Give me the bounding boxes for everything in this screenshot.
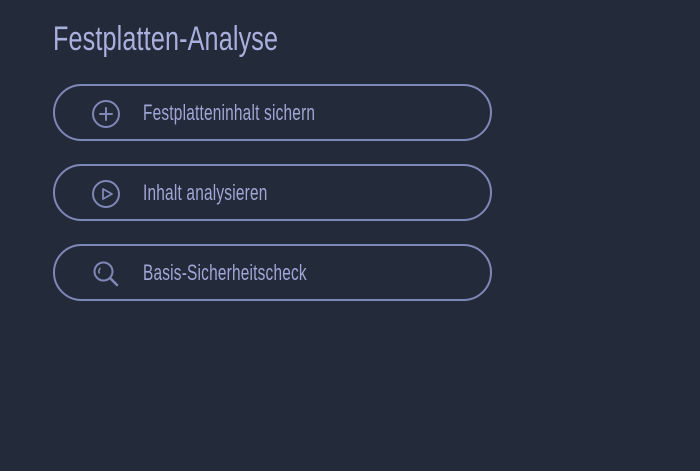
play-circle-icon (91, 179, 121, 209)
basic-security-check-button[interactable]: Basis-Sicherheitscheck (53, 244, 492, 301)
analyze-content-label: Inhalt analysieren (143, 180, 268, 205)
page-title: Festplatten-Analyse (53, 20, 279, 58)
search-icon (91, 259, 121, 289)
backup-disk-content-label: Festplatteninhalt sichern (143, 100, 316, 125)
plus-circle-icon (91, 99, 121, 129)
action-list: Festplatteninhalt sichern Inhalt analysi… (53, 84, 492, 301)
analyze-content-button[interactable]: Inhalt analysieren (53, 164, 492, 221)
basic-security-check-label: Basis-Sicherheitscheck (143, 260, 307, 285)
backup-disk-content-button[interactable]: Festplatteninhalt sichern (53, 84, 492, 141)
